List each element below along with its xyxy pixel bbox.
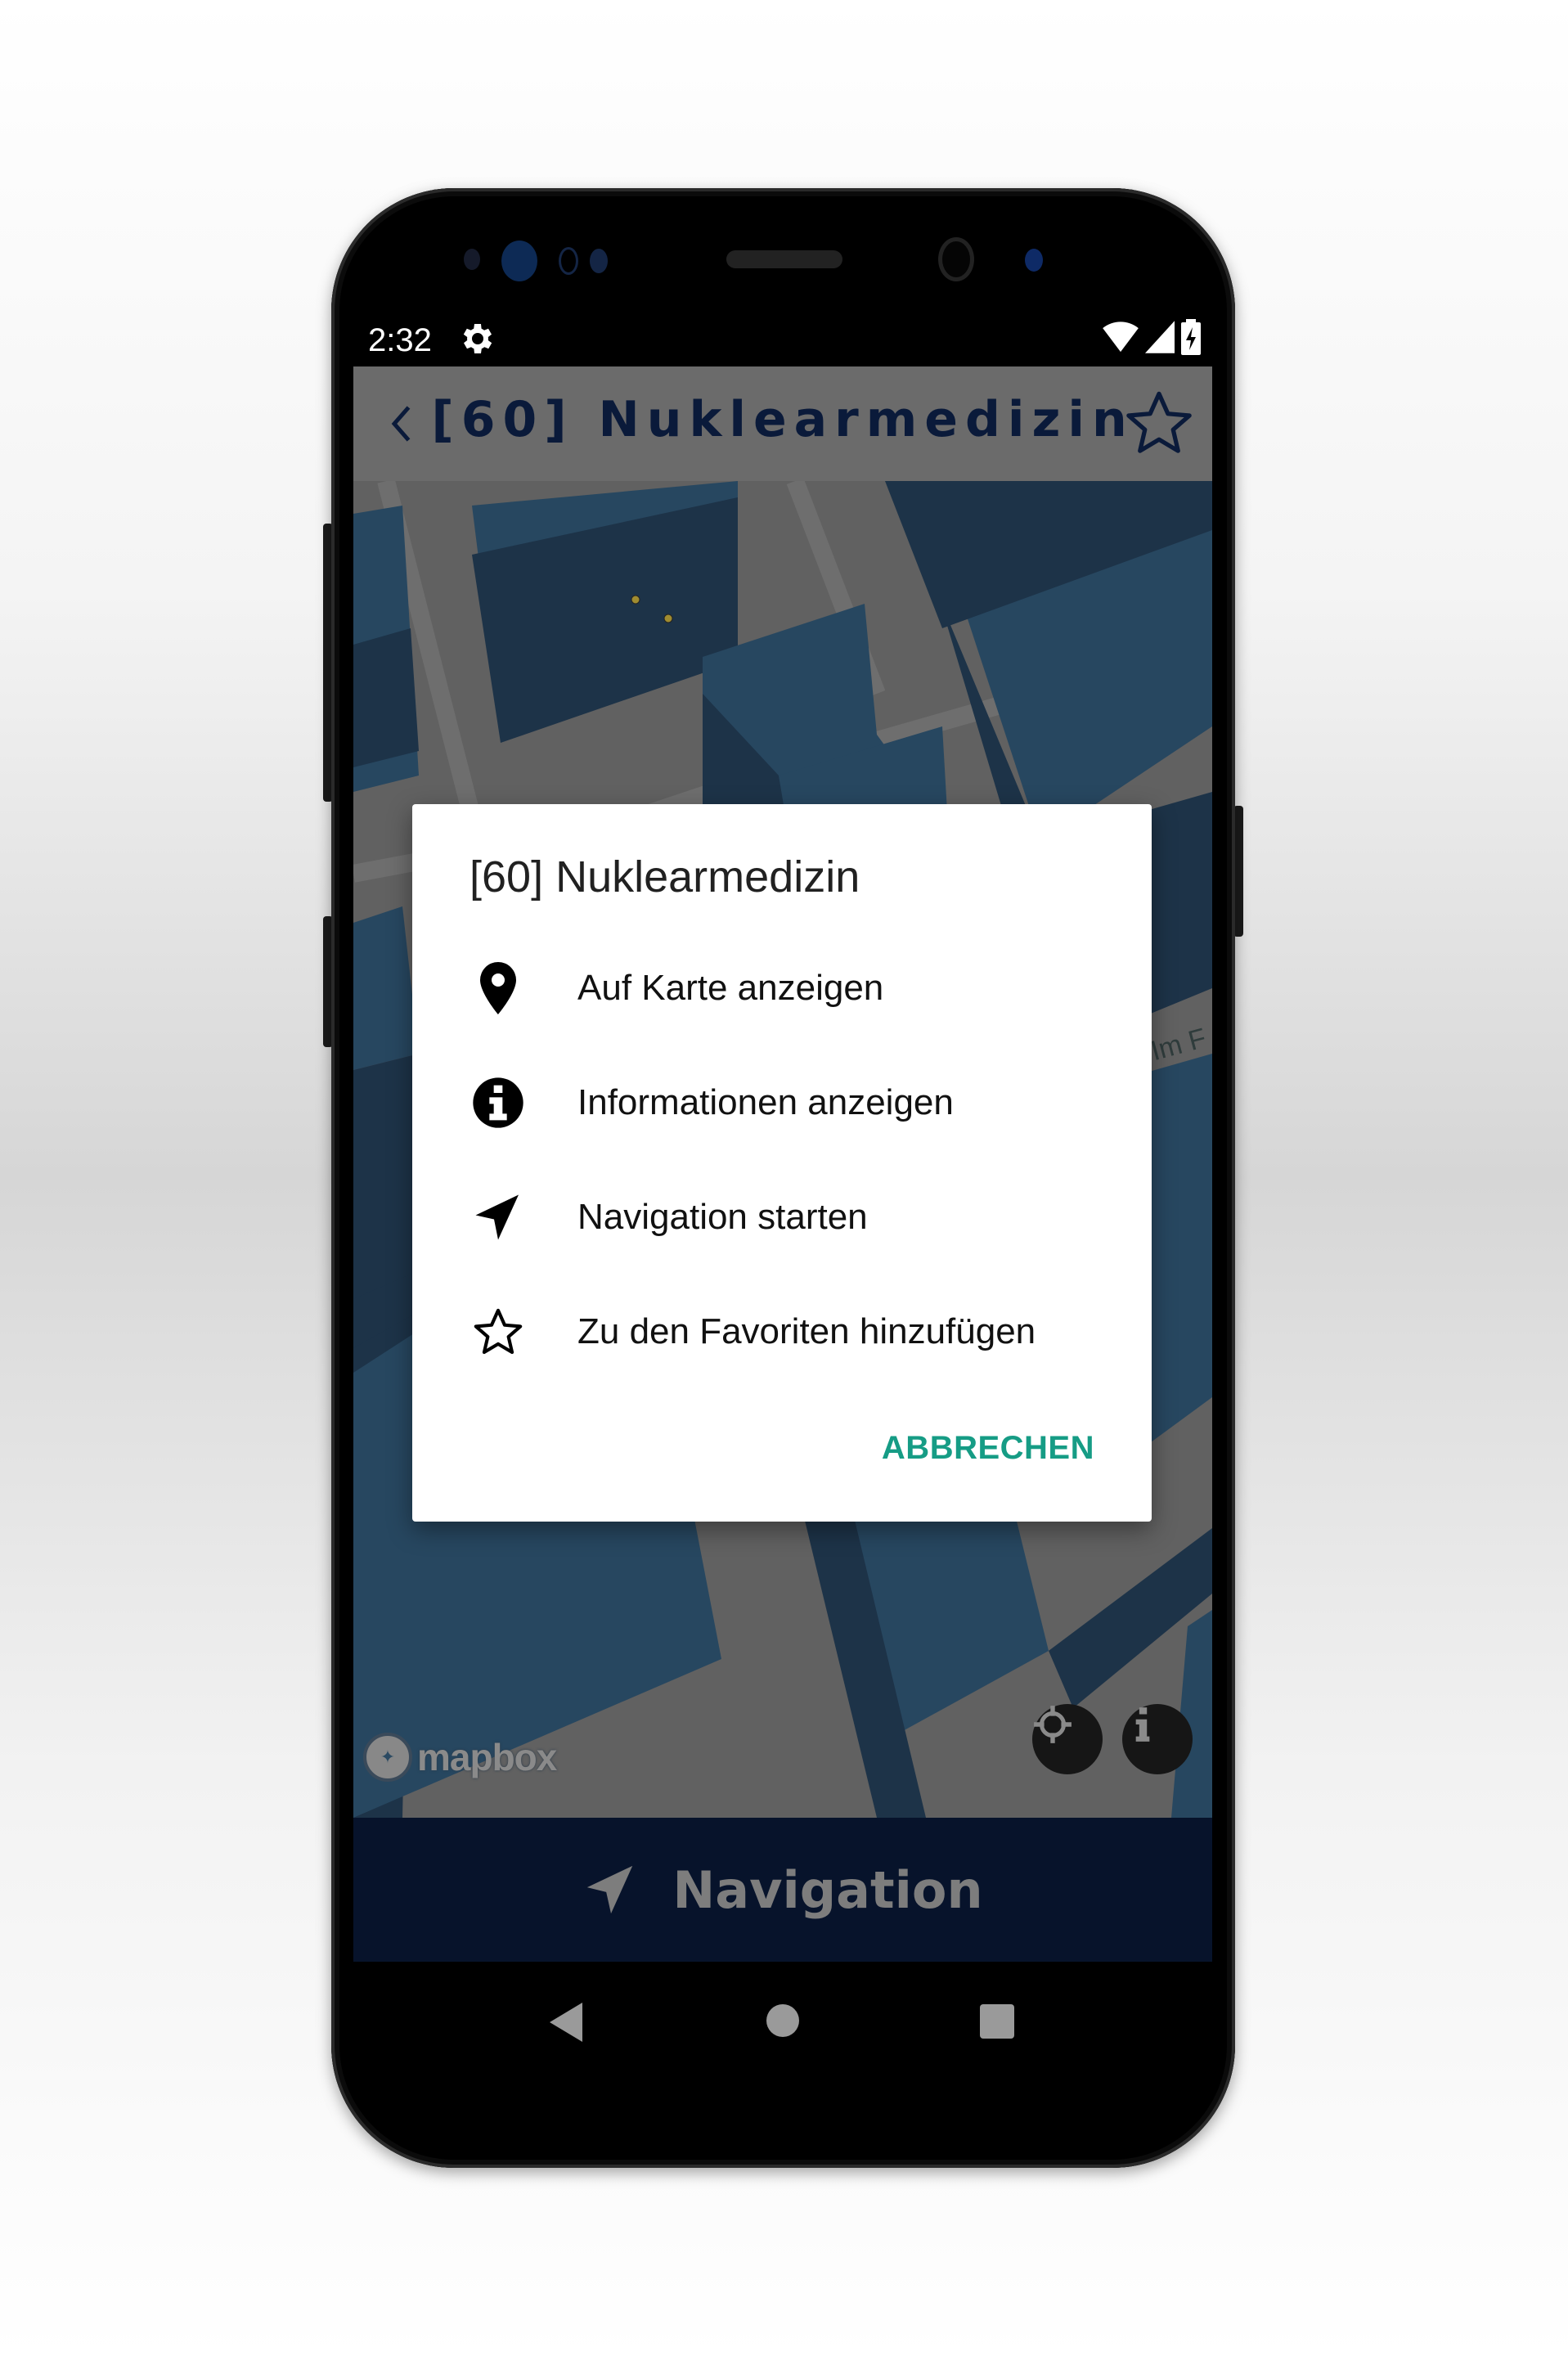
cancel-button[interactable]: ABBRECHEN <box>882 1430 1094 1467</box>
menu-item-start-navigation[interactable]: Navigation starten <box>470 1172 1107 1262</box>
front-sensor-icon <box>464 249 480 270</box>
settings-gear-icon <box>458 319 497 358</box>
mapbox-logo-icon: ✦ <box>363 1733 412 1782</box>
menu-item-label: Auf Karte anzeigen <box>577 968 884 1008</box>
iris-scanner-icon <box>501 241 537 281</box>
earpiece-speaker <box>726 250 842 268</box>
phone-screen: 2:32 [60] Nuklearmedizin Im F ✦ mapbox N… <box>353 311 1212 2070</box>
menu-item-show-info[interactable]: Informationen anzeigen <box>470 1058 1107 1148</box>
map-info-button[interactable] <box>1122 1704 1193 1774</box>
map-pin-icon <box>470 960 527 1017</box>
info-icon <box>1135 1707 1150 1742</box>
navigation-arrow-icon <box>470 1189 527 1246</box>
crosshair-icon <box>1034 1706 1072 1743</box>
nav-home-icon[interactable] <box>766 2004 799 2037</box>
app-bar: [60] Nuklearmedizin <box>353 366 1212 481</box>
status-time: 2:32 <box>368 322 432 358</box>
nav-back-button[interactable] <box>550 2003 586 2046</box>
wifi-icon <box>1103 321 1139 357</box>
star-outline-icon <box>470 1303 527 1360</box>
camera-flash-icon <box>1025 249 1043 272</box>
nav-back-icon <box>550 2003 582 2042</box>
menu-item-label: Informationen anzeigen <box>577 1082 954 1122</box>
system-navigation-bar <box>353 1962 1212 2070</box>
dialog-title: [60] Nuklearmedizin <box>470 852 860 901</box>
locate-button[interactable] <box>1032 1704 1103 1774</box>
menu-item-show-on-map[interactable]: Auf Karte anzeigen <box>470 943 1107 1033</box>
navigation-button[interactable]: Navigation <box>353 1818 1212 1962</box>
menu-item-label: Navigation starten <box>577 1197 868 1237</box>
battery-charging-icon <box>1181 318 1201 359</box>
cell-signal-icon <box>1145 320 1175 357</box>
star-outline-icon <box>1126 391 1192 453</box>
page-title: [60] Nuklearmedizin <box>431 391 1134 448</box>
favorite-button[interactable] <box>1122 386 1196 460</box>
status-bar: 2:32 <box>353 311 1212 366</box>
navigation-button-label: Navigation <box>672 1859 983 1920</box>
navigation-arrow-icon <box>587 1865 633 1914</box>
front-camera-icon <box>938 237 974 281</box>
menu-item-label: Zu den Favoriten hinzufügen <box>577 1311 1036 1351</box>
options-dialog: [60] Nuklearmedizin Auf Karte anzeigen I… <box>412 804 1152 1522</box>
light-sensor-icon <box>590 249 608 273</box>
mapbox-wordmark: mapbox <box>417 1736 557 1778</box>
menu-item-add-favorite[interactable]: Zu den Favoriten hinzufügen <box>470 1287 1107 1377</box>
nav-recents-icon[interactable] <box>980 2004 1014 2039</box>
info-circle-icon <box>470 1074 527 1131</box>
mapbox-attribution[interactable]: ✦ mapbox <box>363 1733 557 1782</box>
proximity-sensor-icon <box>559 247 578 275</box>
